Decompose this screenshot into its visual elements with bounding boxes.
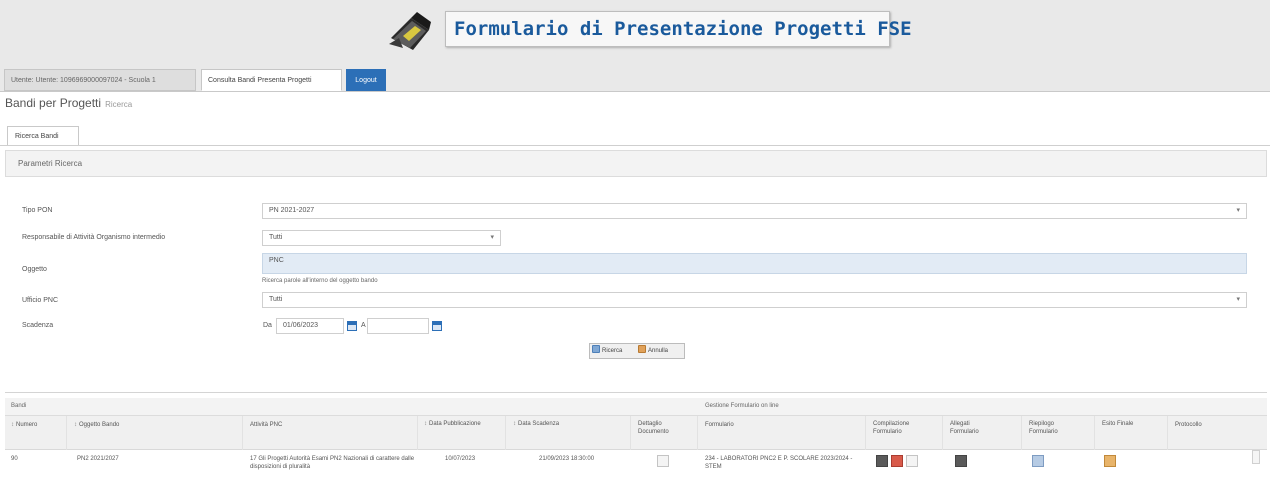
- cell-attivita: 17 Gli Progetti Autorità Esami PN2 Nazio…: [250, 456, 415, 470]
- sort-icon: ↕: [513, 421, 516, 427]
- col-data-pub[interactable]: ↕ Data Pubblicazione: [424, 420, 494, 428]
- document-detail-icon[interactable]: [657, 455, 669, 467]
- cancel-button[interactable]: Annulla: [638, 345, 668, 357]
- cell-numero: 90: [11, 456, 18, 462]
- tab-consulta-bandi[interactable]: Consulta Bandi Presenta Progetti: [201, 69, 342, 91]
- col-attivita-label: Attività PNC: [250, 422, 283, 428]
- grid-header: ↕ Numero ↕ Oggetto Bando Attività PNC ↕ Dat…: [5, 416, 1267, 450]
- cell-formulario: 234 - LABORATORI PNC2 E P. SCOLARE 2023/…: [705, 456, 853, 470]
- scadenza-da-value: 01/06/2023: [283, 322, 319, 329]
- top-tabbar: Utente: Utente: 1096969000097024 - Scuol…: [0, 66, 1270, 92]
- oggetto-label: Oggetto: [22, 266, 47, 273]
- tab-divider: [0, 145, 1270, 146]
- col-compilazione-label: Compilazione Formulario: [873, 421, 910, 435]
- chevron-down-icon: ▾: [490, 234, 494, 241]
- app-title-box: Formulario di Presentazione Progetti FSE: [445, 11, 912, 47]
- oggetto-hint: Ricerca parole all'interno del oggetto b…: [262, 278, 378, 284]
- app-title: Formulario di Presentazione Progetti FSE: [454, 18, 912, 40]
- responsabile-select[interactable]: Tutti ▾: [262, 230, 501, 246]
- col-data-scad-label: Data Scadenza: [518, 421, 560, 427]
- col-compilazione: Compilazione Formulario: [873, 420, 928, 436]
- scadenza-da-label: Da: [263, 322, 272, 329]
- calendar-icon[interactable]: [432, 321, 442, 331]
- tipo-pon-value: PN 2021-2027: [269, 207, 315, 214]
- col-data-pub-label: Data Pubblicazione: [429, 421, 481, 427]
- app-header: Formulario di Presentazione Progetti FSE: [0, 0, 1270, 66]
- col-numero[interactable]: ↕ Numero: [11, 421, 37, 429]
- col-esito: Esito Finale: [1102, 420, 1142, 428]
- edit-icon[interactable]: [876, 455, 888, 467]
- page-subtitle: Ricerca: [105, 100, 133, 109]
- col-allegati-label: Allegati Formulario: [950, 421, 979, 435]
- sort-icon: ↕: [424, 421, 427, 427]
- cell-data-pub: 10/07/2023: [445, 456, 476, 462]
- scrollbar[interactable]: [1252, 450, 1260, 464]
- undo-icon: [638, 345, 646, 353]
- col-oggetto-label: Oggetto Bando: [79, 422, 120, 428]
- search-panel-title: Parametri Ricerca: [18, 159, 83, 168]
- scadenza-a-label: A: [361, 322, 366, 329]
- tipo-pon-select[interactable]: PN 2021-2027 ▾: [262, 203, 1247, 219]
- col-riepilogo: Riepilogo Formulario: [1029, 420, 1079, 436]
- page-title: Bandi per Progetti Ricerca: [5, 96, 132, 110]
- scadenza-a-input[interactable]: [367, 318, 429, 334]
- tipo-pon-label: Tipo PON: [22, 207, 53, 214]
- result-icon[interactable]: [1104, 455, 1116, 467]
- col-dettaglio-label: Dettaglio Documento: [638, 421, 669, 435]
- col-riepilogo-label: Riepilogo Formulario: [1029, 421, 1058, 435]
- oggetto-value: PNC: [269, 257, 284, 264]
- responsabile-value: Tutti: [269, 234, 283, 241]
- cell-oggetto: PN2 2021/2027: [77, 456, 119, 462]
- sort-icon: ↕: [74, 422, 77, 428]
- cell-data-scad: 21/09/2023 18:30:00: [539, 456, 595, 462]
- col-oggetto[interactable]: ↕ Oggetto Bando: [74, 421, 119, 429]
- attachment-icon[interactable]: [955, 455, 967, 467]
- section-divider: [5, 392, 1267, 393]
- search-button[interactable]: Ricerca: [592, 345, 622, 357]
- tab-user[interactable]: Utente: Utente: 1096969000097024 - Scuol…: [4, 69, 196, 91]
- col-formulario: Formulario: [705, 421, 734, 429]
- logout-button[interactable]: Logout: [346, 69, 386, 91]
- ufficio-label: Ufficio PNC: [22, 297, 59, 304]
- page-title-text: Bandi per Progetti: [5, 96, 102, 110]
- search-actions: Ricerca Annulla: [589, 343, 685, 359]
- responsabile-label: Responsabile di Attività Organismo inter…: [22, 234, 166, 241]
- col-attivita: Attività PNC: [250, 421, 282, 429]
- summary-icon[interactable]: [1032, 455, 1044, 467]
- scadenza-da-input[interactable]: 01/06/2023: [276, 318, 344, 334]
- chevron-down-icon: ▾: [1236, 296, 1240, 303]
- col-data-scad[interactable]: ↕ Data Scadenza: [513, 420, 583, 428]
- col-dettaglio: Dettaglio Documento: [638, 420, 688, 436]
- ufficio-value: Tutti: [269, 296, 283, 303]
- grid-subheader: Gestione Formulario on line: [705, 403, 779, 409]
- col-esito-label: Esito Finale: [1102, 421, 1134, 427]
- col-allegati: Allegati Formulario: [950, 420, 1000, 436]
- col-formulario-label: Formulario: [705, 422, 734, 428]
- cancel-button-label: Annulla: [648, 348, 669, 354]
- tab-ricerca-bandi[interactable]: Ricerca Bandi: [7, 126, 79, 146]
- search-icon: [592, 345, 600, 353]
- table-row: 90 PN2 2021/2027 17 Gli Progetti Autorit…: [5, 450, 1267, 479]
- col-numero-label: Numero: [16, 422, 38, 428]
- print-icon[interactable]: [906, 455, 918, 467]
- grid-title-bar: Bandi Gestione Formulario on line: [5, 398, 1267, 416]
- scadenza-label: Scadenza: [22, 322, 54, 329]
- col-protocollo-label: Protocollo: [1175, 422, 1202, 428]
- quill-logo-icon: [389, 12, 431, 50]
- oggetto-input[interactable]: PNC: [262, 253, 1247, 274]
- delete-icon[interactable]: [891, 455, 903, 467]
- search-panel-header: Parametri Ricerca: [5, 150, 1267, 177]
- sort-icon: ↕: [11, 422, 14, 428]
- chevron-down-icon: ▾: [1236, 207, 1240, 214]
- ufficio-select[interactable]: Tutti ▾: [262, 292, 1247, 308]
- search-button-label: Ricerca: [602, 348, 623, 354]
- calendar-icon[interactable]: [347, 321, 357, 331]
- grid-title: Bandi: [11, 403, 27, 409]
- col-protocollo: Protocollo: [1175, 421, 1202, 429]
